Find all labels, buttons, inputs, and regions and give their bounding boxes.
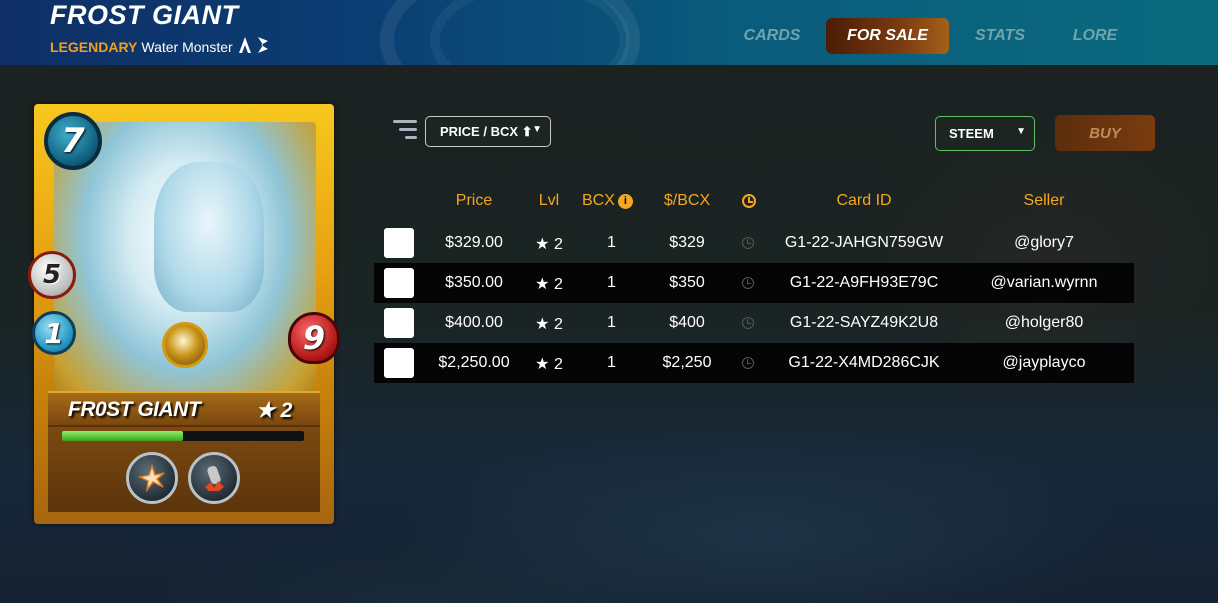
column-header-price[interactable]: Price: [444, 192, 504, 210]
monster-card: 7 5 1 9 FR0ST GIANT ★ 2: [28, 104, 340, 524]
column-header-card-id[interactable]: Card ID: [804, 192, 924, 210]
table-row[interactable]: $2,250.00 ★ 2 1 $2,250 G1-22-X4MD286CJK …: [374, 343, 1134, 383]
tab-lore[interactable]: LORE: [1068, 18, 1122, 54]
column-header-seller[interactable]: Seller: [994, 192, 1094, 210]
seller-cell[interactable]: @glory7: [974, 234, 1114, 252]
level-cell: ★ 2: [535, 316, 563, 333]
column-header-lvl[interactable]: Lvl: [529, 192, 569, 210]
row-checkbox[interactable]: [384, 348, 414, 378]
melee-attack-stat: 5: [28, 251, 76, 299]
price-cell: $2,250.00: [438, 354, 510, 371]
currency-select-value: STEEM: [949, 126, 994, 141]
clock-icon: [742, 317, 754, 329]
bcx-cell: 1: [607, 274, 616, 291]
seller-cell[interactable]: @jayplayco: [974, 354, 1114, 372]
bcx-cell: 1: [607, 234, 616, 251]
seller-cell[interactable]: @varian.wyrnn: [974, 274, 1114, 292]
level-cell: ★ 2: [535, 356, 563, 373]
seller-cell[interactable]: @holger80: [974, 314, 1114, 332]
bcx-cell: 1: [607, 354, 616, 371]
shatter-icon: [126, 452, 178, 504]
row-checkbox[interactable]: [384, 308, 414, 338]
card-id-cell[interactable]: G1-22-X4MD286CJK: [774, 354, 954, 372]
column-header-bcx[interactable]: BCX i: [582, 192, 638, 210]
header: FROST GIANT LEGENDARY Water Monster CARD…: [0, 0, 1218, 65]
chevron-down-icon: ▼: [532, 124, 542, 135]
column-header-per-bcx[interactable]: $/BCX: [657, 192, 717, 210]
per-bcx-cell: $400: [669, 314, 705, 331]
reach-icon: [188, 452, 240, 504]
clock-icon: [742, 237, 754, 249]
row-checkbox[interactable]: [384, 268, 414, 298]
table-row[interactable]: $400.00 ★ 2 1 $400 G1-22-SAYZ49K2U8 @hol…: [374, 303, 1134, 343]
tab-cards[interactable]: CARDS: [736, 18, 808, 54]
level-cell: ★ 2: [535, 236, 563, 253]
per-bcx-cell: $2,250: [662, 354, 712, 371]
level-progress-fill: [62, 431, 183, 441]
card-orb-decoration: [162, 322, 208, 368]
clock-icon[interactable]: [742, 194, 756, 208]
card-id-cell[interactable]: G1-22-JAHGN759GW: [774, 234, 954, 252]
sort-select[interactable]: PRICE / BCX ⬆ ▼: [425, 116, 551, 147]
card-id-cell[interactable]: G1-22-A9FH93E79C: [774, 274, 954, 292]
filter-icon[interactable]: [393, 118, 417, 140]
price-cell: $400.00: [445, 314, 503, 331]
info-icon[interactable]: i: [617, 194, 633, 209]
bcx-cell: 1: [607, 314, 616, 331]
price-cell: $329.00: [445, 234, 503, 251]
table-header: Price Lvl BCX i $/BCX Card ID Seller: [374, 183, 1134, 223]
listings-table: Price Lvl BCX i $/BCX Card ID Seller $329…: [374, 183, 1134, 383]
clock-icon: [742, 357, 754, 369]
mana-stat: 7: [44, 112, 102, 170]
frost-giant-illustration: [154, 162, 264, 312]
buy-button[interactable]: BUY: [1055, 115, 1155, 151]
table-row[interactable]: $350.00 ★ 2 1 $350 G1-22-A9FH93E79C @var…: [374, 263, 1134, 303]
price-cell: $350.00: [445, 274, 503, 291]
row-checkbox[interactable]: [384, 228, 414, 258]
card-level: ★ 2: [256, 399, 293, 422]
level-progress-bar: [62, 431, 304, 441]
speed-stat: 1: [32, 311, 76, 355]
per-bcx-cell: $350: [669, 274, 705, 291]
card-id-cell[interactable]: G1-22-SAYZ49K2U8: [774, 314, 954, 332]
chevron-down-icon: ▼: [1016, 126, 1026, 137]
level-cell: ★ 2: [535, 276, 563, 293]
currency-select[interactable]: STEEM ▼: [935, 116, 1035, 151]
table-row[interactable]: $329.00 ★ 2 1 $329 G1-22-JAHGN759GW @glo…: [374, 223, 1134, 263]
per-bcx-cell: $329: [669, 234, 705, 251]
tab-bar: CARDS FOR SALE STATS LORE: [0, 18, 1218, 54]
column-header-bcx-label: BCX: [582, 192, 615, 209]
health-stat: 9: [288, 312, 340, 364]
tab-stats[interactable]: STATS: [970, 18, 1030, 54]
tab-for-sale[interactable]: FOR SALE: [826, 18, 949, 54]
sort-select-value: PRICE / BCX ⬆: [440, 123, 533, 139]
card-name: FR0ST GIANT: [68, 398, 201, 421]
clock-icon: [742, 277, 754, 289]
